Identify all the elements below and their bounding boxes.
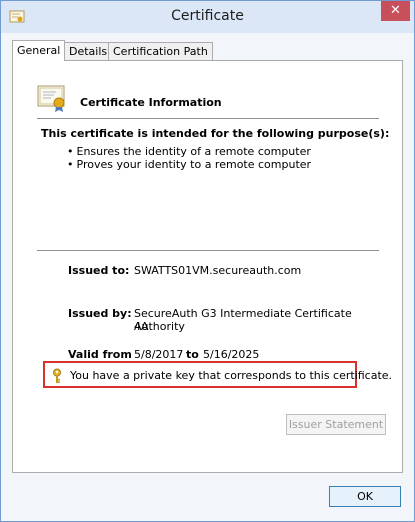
purpose-heading: This certificate is intended for the fol… <box>41 127 390 140</box>
close-button[interactable]: ✕ <box>381 1 410 21</box>
general-panel: Certificate Information This certificate… <box>12 60 403 473</box>
issued-by-label: Issued by: <box>68 307 132 320</box>
divider <box>37 250 379 251</box>
divider <box>37 118 379 119</box>
private-key-text: You have a private key that corresponds … <box>70 369 393 382</box>
issued-by-value: SecureAuth G3 Intermediate Certificate A… <box>134 307 352 333</box>
list-item: Ensures the identity of a remote compute… <box>67 145 311 158</box>
valid-to-value: 5/16/2025 <box>203 348 260 361</box>
issuer-statement-button[interactable]: Issuer Statement <box>286 414 386 435</box>
certificate-information-title: Certificate Information <box>80 96 222 109</box>
certificate-dialog: Certificate ✕ General Details Certificat… <box>0 0 415 522</box>
valid-from-value: 5/8/2017 <box>134 348 184 361</box>
tab-certification-path[interactable]: Certification Path <box>108 42 213 60</box>
issued-by-value-line2: 4A <box>134 320 149 333</box>
issued-to-value: SWATTS01VM.secureauth.com <box>134 264 302 277</box>
ok-button[interactable]: OK <box>329 486 401 507</box>
issued-to-label: Issued to: <box>68 264 130 277</box>
purpose-list: Ensures the identity of a remote compute… <box>67 145 312 171</box>
window-title: Certificate <box>171 8 244 24</box>
title-bar[interactable]: Certificate ✕ <box>1 1 414 33</box>
list-item: Proves your identity to a remote compute… <box>67 158 312 171</box>
private-key-notice: You have a private key that corresponds … <box>43 361 392 388</box>
valid-from-label: Valid from <box>68 348 132 361</box>
tab-details[interactable]: Details <box>64 42 113 60</box>
close-icon: ✕ <box>390 3 401 18</box>
key-icon <box>53 368 61 383</box>
valid-to-label: to <box>186 348 199 361</box>
tab-general[interactable]: General <box>12 40 66 61</box>
certificate-icon <box>37 85 65 112</box>
